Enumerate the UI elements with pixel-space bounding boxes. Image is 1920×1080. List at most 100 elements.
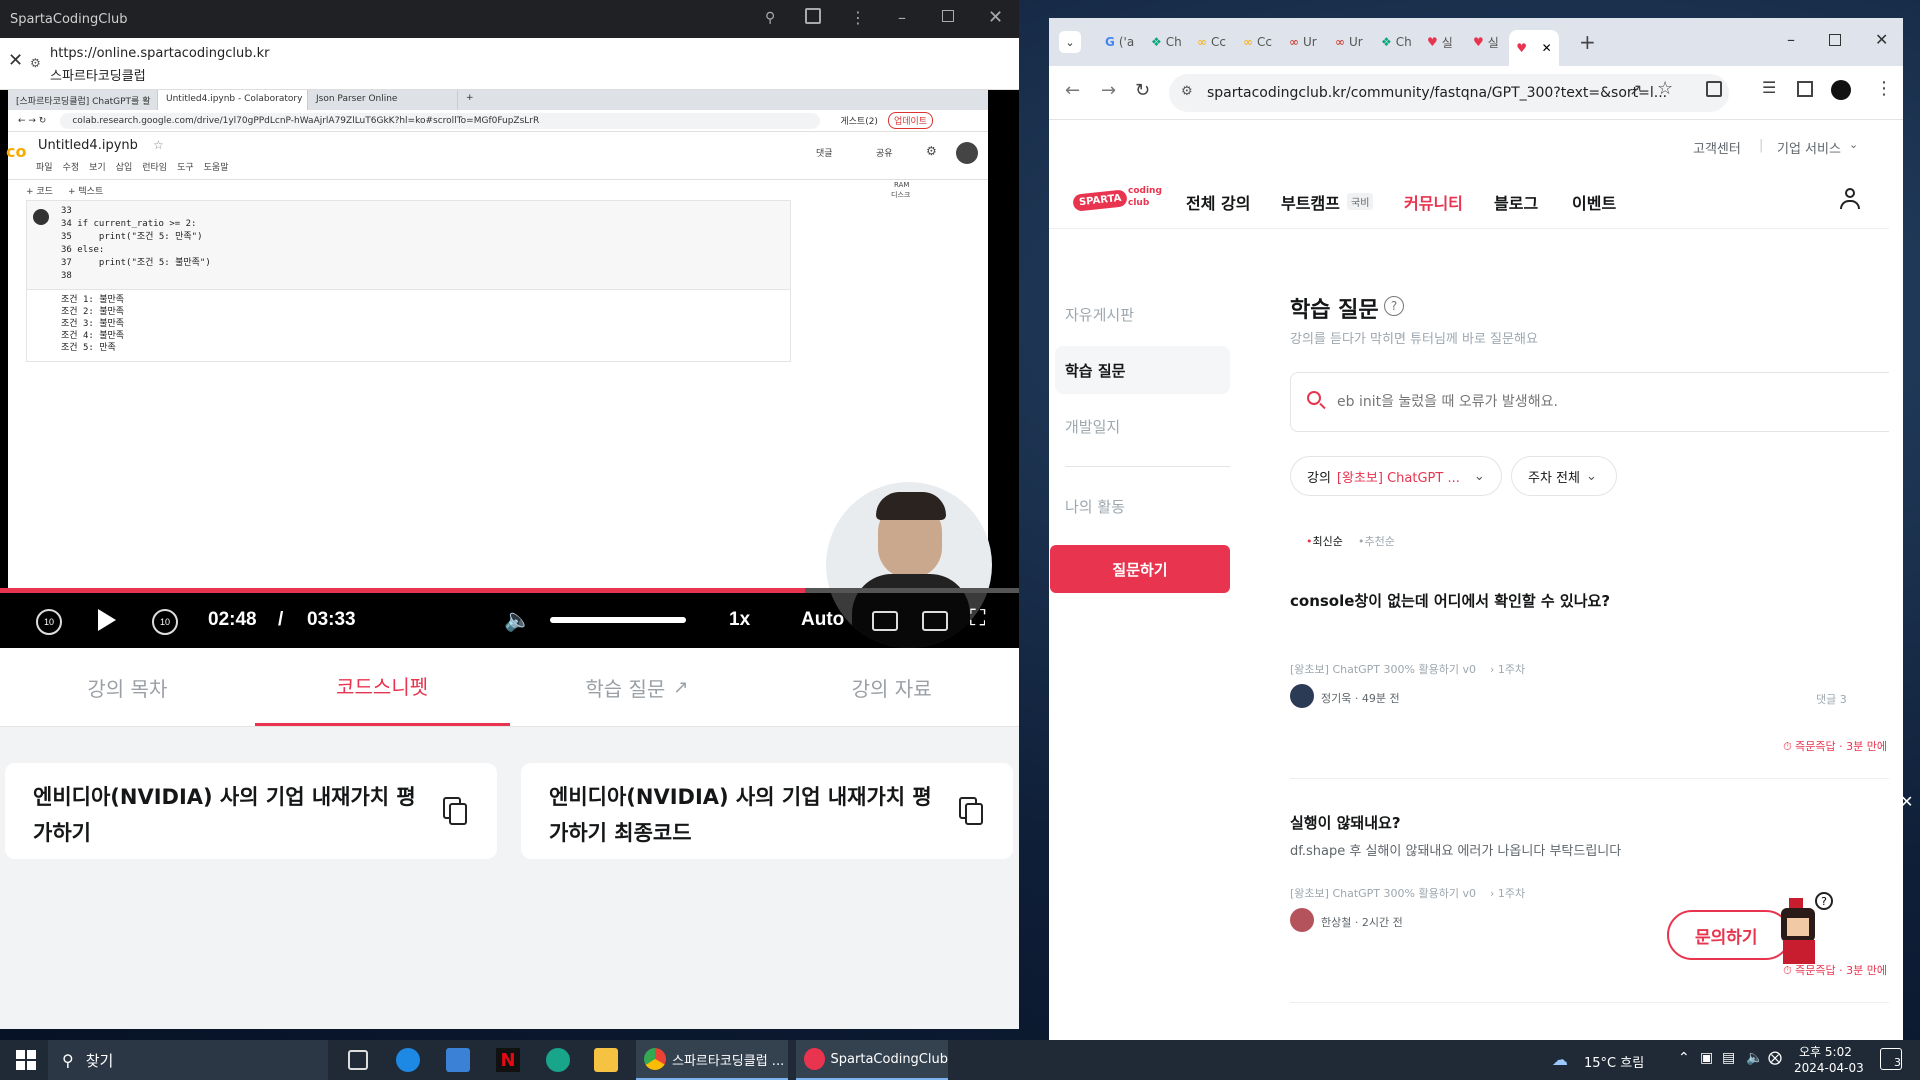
address-bar[interactable]: ⚙ spartacodingclub.kr/community/fastqna/… [1169,74,1729,112]
new-tab-button[interactable]: + [1579,30,1596,54]
user-icon[interactable] [1840,188,1860,210]
network-icon[interactable]: ▤ [1722,1050,1735,1066]
browser-tab[interactable]: G ('a [1095,26,1141,58]
browser-tab[interactable]: ♥ 실 [1417,26,1463,58]
site-settings-icon[interactable]: ⚙ [30,56,41,70]
nav-bootcamp[interactable]: 부트캠프 [1281,190,1340,214]
tray-chevron-up-icon[interactable]: ⌃ [1678,1050,1690,1066]
netflix-icon[interactable]: N [496,1048,520,1072]
site-info-icon[interactable]: ⚙ [1181,84,1193,99]
extensions-icon[interactable] [1706,81,1722,97]
zoom-icon[interactable]: ⚲ [765,10,775,26]
volume-slider[interactable] [550,617,686,623]
clock-date[interactable]: 2024-04-03 [1794,1061,1864,1075]
menu-icon[interactable]: ⋮ [1875,78,1893,99]
open-in-app-icon[interactable]: ↗ [1629,80,1642,99]
sidebar-item-free-board[interactable]: 자유게시판 [1065,304,1134,325]
nav-all-courses[interactable]: 전체 강의 [1186,190,1250,214]
snippet-card[interactable]: 엔비디아(NVIDIA) 사의 기업 내재가치 평가하기 최종코드 [521,763,1013,859]
volume-icon[interactable]: 🔈 [504,607,531,633]
minimize-icon[interactable]: – [898,8,906,27]
subtitles-icon[interactable] [872,611,898,631]
reload-icon[interactable]: ↻ [1135,80,1150,101]
sort-recommended[interactable]: •추천순 [1358,533,1395,549]
maximize-icon[interactable] [942,10,954,22]
taskbar-app-sparta[interactable]: SpartaCodingClub [796,1040,948,1080]
windows-start-icon[interactable] [14,1048,38,1072]
maximize-icon[interactable] [1829,34,1841,46]
snippet-card[interactable]: 엔비디아(NVIDIA) 사의 기업 내재가치 평가하기 [5,763,497,859]
copy-icon[interactable] [443,797,467,825]
ask-question-button[interactable]: 질문하기 [1050,545,1230,593]
close-icon[interactable]: ✕ [1875,30,1888,49]
mail-icon[interactable] [446,1048,470,1072]
more-icon[interactable]: ⋮ [850,8,866,27]
sidebar-item-my-activity[interactable]: 나의 활동 [1065,496,1125,517]
browser-tab[interactable]: ♥ 실 [1463,26,1509,58]
play-icon[interactable] [98,609,116,631]
app-icon[interactable] [546,1048,570,1072]
nav-community[interactable]: 커뮤니티 [1404,190,1463,214]
browser-tab[interactable]: ∞ Cc [1187,26,1233,58]
taskbar-app-chrome[interactable]: 스파르타코딩클럽 ... [636,1040,788,1080]
sparta-logo[interactable]: SPARTA coding club [1072,186,1162,216]
close-popup-icon[interactable]: ✕ [8,50,23,71]
tray-app-icon[interactable]: ▣ [1700,1050,1713,1066]
theater-mode-icon[interactable] [922,611,948,631]
question-title[interactable]: 실행이 않돼내요? [1290,812,1401,833]
contact-button[interactable]: 문의하기 [1667,910,1791,960]
forward-10-icon[interactable]: 10 [152,609,178,635]
weather-icon[interactable]: ☁ [1552,1050,1568,1069]
tab-lecture-index[interactable]: 강의 목차 [0,648,255,726]
edge-icon[interactable] [396,1048,420,1072]
browser-tab[interactable]: ❖ Ch [1371,26,1417,58]
tab-close-icon[interactable]: ✕ [1542,41,1552,55]
weather-text[interactable]: 15°C 흐림 [1584,1052,1644,1071]
browser-tab-active[interactable]: ♥ ✕ [1509,30,1559,66]
sort-latest[interactable]: •최신순 [1306,533,1343,549]
rewind-10-icon[interactable]: 10 [36,609,62,635]
side-panel-icon[interactable] [1797,81,1813,97]
quality-button[interactable]: Auto [801,609,844,631]
browser-tab[interactable]: ❖ Ch [1141,26,1187,58]
sidebar-item-learning-question[interactable]: 학습 질문 [1065,360,1125,381]
back-icon[interactable]: ← [1065,80,1080,101]
copy-icon[interactable] [959,797,983,825]
forward-icon[interactable]: → [1101,80,1116,101]
overlay-close-icon[interactable]: ✕ [1900,792,1913,811]
course-filter[interactable]: 강의 [왕초보] ChatGPT ... ⌄ [1290,456,1502,496]
clock-time[interactable]: 오후 5:02 [1799,1043,1852,1060]
nav-blog[interactable]: 블로그 [1494,190,1538,214]
extension-icon[interactable] [805,8,821,24]
browser-tab[interactable]: ∞ Ur [1279,26,1325,58]
volume-icon[interactable]: 🔈 [1746,1050,1763,1066]
question-title[interactable]: console창이 없는데 어디에서 확인할 수 있나요? [1290,590,1610,611]
week-filter[interactable]: 주차 전체 ⌄ [1511,456,1617,496]
tab-lecture-material[interactable]: 강의 자료 [764,648,1019,726]
search-box[interactable] [1290,372,1889,432]
close-icon[interactable]: ✕ [988,7,1003,28]
browser-tab[interactable]: ∞ Cc [1233,26,1279,58]
taskbar-search[interactable]: ⚲ 찾기 [48,1040,328,1080]
browser-tab[interactable]: ∞ Ur [1325,26,1371,58]
tab-code-snippet[interactable]: 코드스니펫 [254,648,510,726]
link-customer-center[interactable]: 고객센터 [1693,138,1741,157]
task-view-icon[interactable] [348,1050,368,1070]
bookmark-star-icon[interactable]: ☆ [1657,78,1673,99]
video-player[interactable]: [스파르타코딩클럽] ChatGPT를 활 Untitled4.ipynb - … [0,90,1019,648]
tab-search-icon[interactable]: ⌄ [1059,31,1081,53]
search-input[interactable] [1337,387,1877,417]
tray-extra-icon[interactable]: ⨂ [1768,1050,1782,1066]
fullscreen-icon[interactable]: ⛶ [970,605,985,631]
mascot-icon[interactable]: ? [1775,892,1833,968]
file-explorer-icon[interactable] [594,1048,618,1072]
notification-icon[interactable]: 3 [1880,1048,1902,1070]
sidebar-item-dev-log[interactable]: 개발일지 [1065,416,1120,437]
speed-button[interactable]: 1x [729,609,750,631]
help-icon[interactable]: ? [1384,296,1404,316]
link-enterprise[interactable]: 기업 서비스 [1777,138,1841,157]
profile-avatar[interactable] [1831,80,1851,100]
tab-learning-question[interactable]: 학습 질문 ↗ [510,648,765,726]
reading-list-icon[interactable]: ☰ [1762,78,1776,97]
minimize-icon[interactable]: – [1787,30,1795,49]
